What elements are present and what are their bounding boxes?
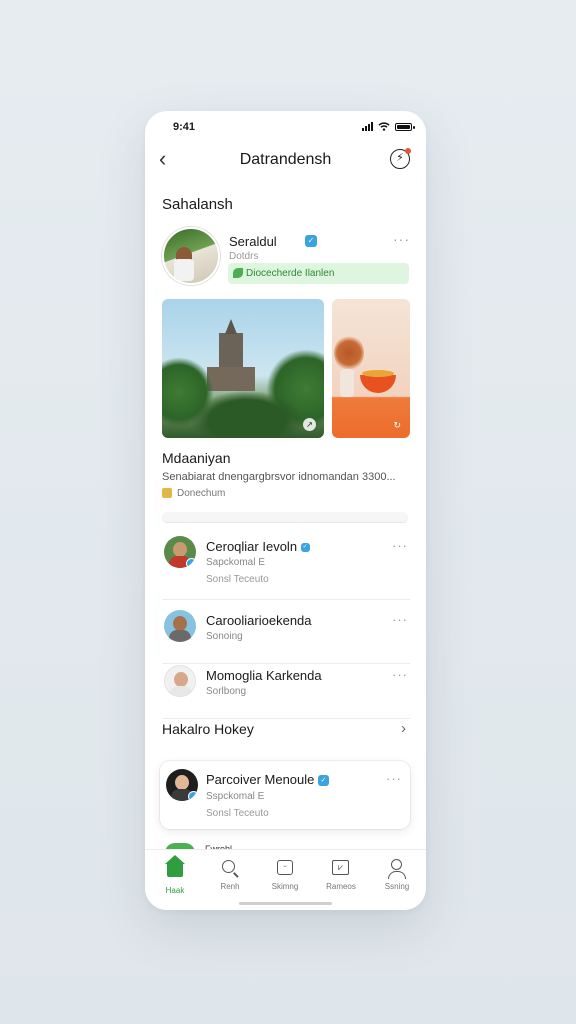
- location-label: Donechum: [177, 488, 226, 499]
- location-row[interactable]: Donechum: [162, 488, 225, 499]
- user-name[interactable]: Ceroqliar Ievoln ✓: [206, 539, 310, 554]
- section-title: Sahalansh: [162, 196, 233, 213]
- status-bar: 9:41: [145, 119, 426, 137]
- avatar[interactable]: [164, 610, 196, 642]
- temple-shape: [207, 319, 255, 391]
- chart-icon: ⩗: [332, 860, 349, 875]
- chevron-right-icon[interactable]: ›: [401, 720, 406, 737]
- search-icon: [222, 860, 235, 873]
- user-subtitle: Sapckomal E: [206, 557, 265, 568]
- post-photo-side[interactable]: ↻: [332, 299, 410, 438]
- signal-icon: [362, 122, 373, 131]
- user-detail: Sonsl Teceuto: [206, 808, 269, 819]
- avatar[interactable]: [164, 536, 196, 568]
- more-options-icon[interactable]: ···: [392, 612, 408, 627]
- caption-text: Senabiarat dnengargbrsvor idnomandan 330…: [162, 471, 396, 483]
- more-options-icon[interactable]: ···: [392, 667, 408, 682]
- list-item[interactable]: Ceroqliar Ievoln ✓ Sapckomal E Sonsl Tec…: [162, 536, 410, 600]
- bowl-shape: [360, 370, 396, 393]
- home-indicator: [239, 902, 332, 905]
- caption-title: Mdaaniyan: [162, 450, 231, 466]
- list-item[interactable]: Momoglia Karkenda Sorlbong ···: [162, 665, 410, 719]
- user-subtitle: Sspckomal E: [206, 791, 265, 802]
- post-photo-main[interactable]: ↗: [162, 299, 324, 438]
- post-tag-label: Diocecherde Ilanlen: [246, 268, 335, 279]
- tab-label: Renh: [220, 882, 240, 891]
- location-icon: [162, 488, 172, 499]
- divider: [162, 599, 410, 600]
- profile-icon: [388, 859, 406, 879]
- tab-home[interactable]: Haak: [150, 855, 200, 895]
- verified-badge-icon: ✓: [305, 235, 317, 247]
- phone-screen: 9:41 ‹ Datrandensh ⚡ Sahalansh Seraldul …: [145, 111, 426, 910]
- tab-label: Ssning: [384, 882, 410, 891]
- user-name[interactable]: Momoglia Karkenda: [206, 668, 322, 683]
- tab-profile[interactable]: Ssning: [372, 859, 422, 891]
- more-options-icon[interactable]: ···: [386, 771, 402, 786]
- user-name[interactable]: Carooliarioekenda: [206, 613, 312, 628]
- featured-user-card[interactable]: Parcoiver Menoule ✓ Sspckomal E Sonsl Te…: [160, 761, 410, 829]
- divider: [162, 512, 408, 523]
- bottom-tab-bar: Haak Renh ᵕ Skimng ⩗ Rameos Ssning: [145, 849, 426, 910]
- tab-label: Rameos: [326, 882, 356, 891]
- user-detail: Sonsl Teceuto: [206, 574, 269, 585]
- post-header: Seraldul ✓ Dotdrs ··· Diocecherde Ilanle…: [162, 227, 410, 287]
- more-options-icon[interactable]: ···: [392, 538, 408, 553]
- page-title: Datrandensh: [239, 151, 332, 168]
- avatar[interactable]: [162, 227, 220, 285]
- more-options-icon[interactable]: ···: [393, 231, 410, 247]
- verified-badge-icon: ✓: [300, 543, 310, 553]
- tab-search[interactable]: Renh: [205, 859, 255, 891]
- status-time: 9:41: [173, 121, 196, 133]
- list-item[interactable]: Carooliarioekenda Sonoing ···: [162, 610, 410, 664]
- compass-icon[interactable]: ⚡: [390, 148, 411, 169]
- divider: [162, 718, 410, 719]
- battery-icon: [395, 122, 415, 131]
- tab-chat[interactable]: ᵕ Skimng: [260, 859, 310, 891]
- tab-stats[interactable]: ⩗ Rameos: [316, 859, 366, 891]
- tab-label: Haak: [165, 886, 185, 895]
- notification-dot: [405, 148, 411, 154]
- verified-badge-icon: [188, 791, 198, 801]
- tab-label: Skimng: [271, 882, 299, 891]
- post-subtitle: Dotdrs: [229, 251, 259, 262]
- avatar[interactable]: [164, 665, 196, 697]
- user-subtitle: Sonoing: [206, 631, 243, 642]
- verified-badge-icon: [186, 558, 196, 568]
- divider: [162, 663, 410, 664]
- post-tag[interactable]: Diocecherde Ilanlen: [228, 263, 409, 284]
- user-subtitle: Sorlbong: [206, 686, 247, 697]
- user-name[interactable]: Parcoiver Menoule ✓: [206, 772, 330, 787]
- home-icon: [165, 855, 185, 877]
- post-author-name[interactable]: Seraldul: [229, 234, 277, 249]
- status-icons: [362, 122, 415, 131]
- section-header[interactable]: Hakalro Hokey ›: [162, 720, 410, 741]
- verified-badge-icon: ✓: [318, 775, 330, 787]
- photo-expand-icon[interactable]: ↗: [303, 418, 316, 431]
- photo-expand-icon[interactable]: ↻: [393, 420, 401, 431]
- leaf-icon: [233, 268, 243, 278]
- section-title: Hakalro Hokey: [162, 721, 254, 737]
- nav-bar: ‹ Datrandensh ⚡: [145, 148, 426, 172]
- avatar[interactable]: [166, 769, 198, 801]
- chat-icon: ᵕ: [277, 860, 293, 875]
- wifi-icon: [378, 122, 390, 131]
